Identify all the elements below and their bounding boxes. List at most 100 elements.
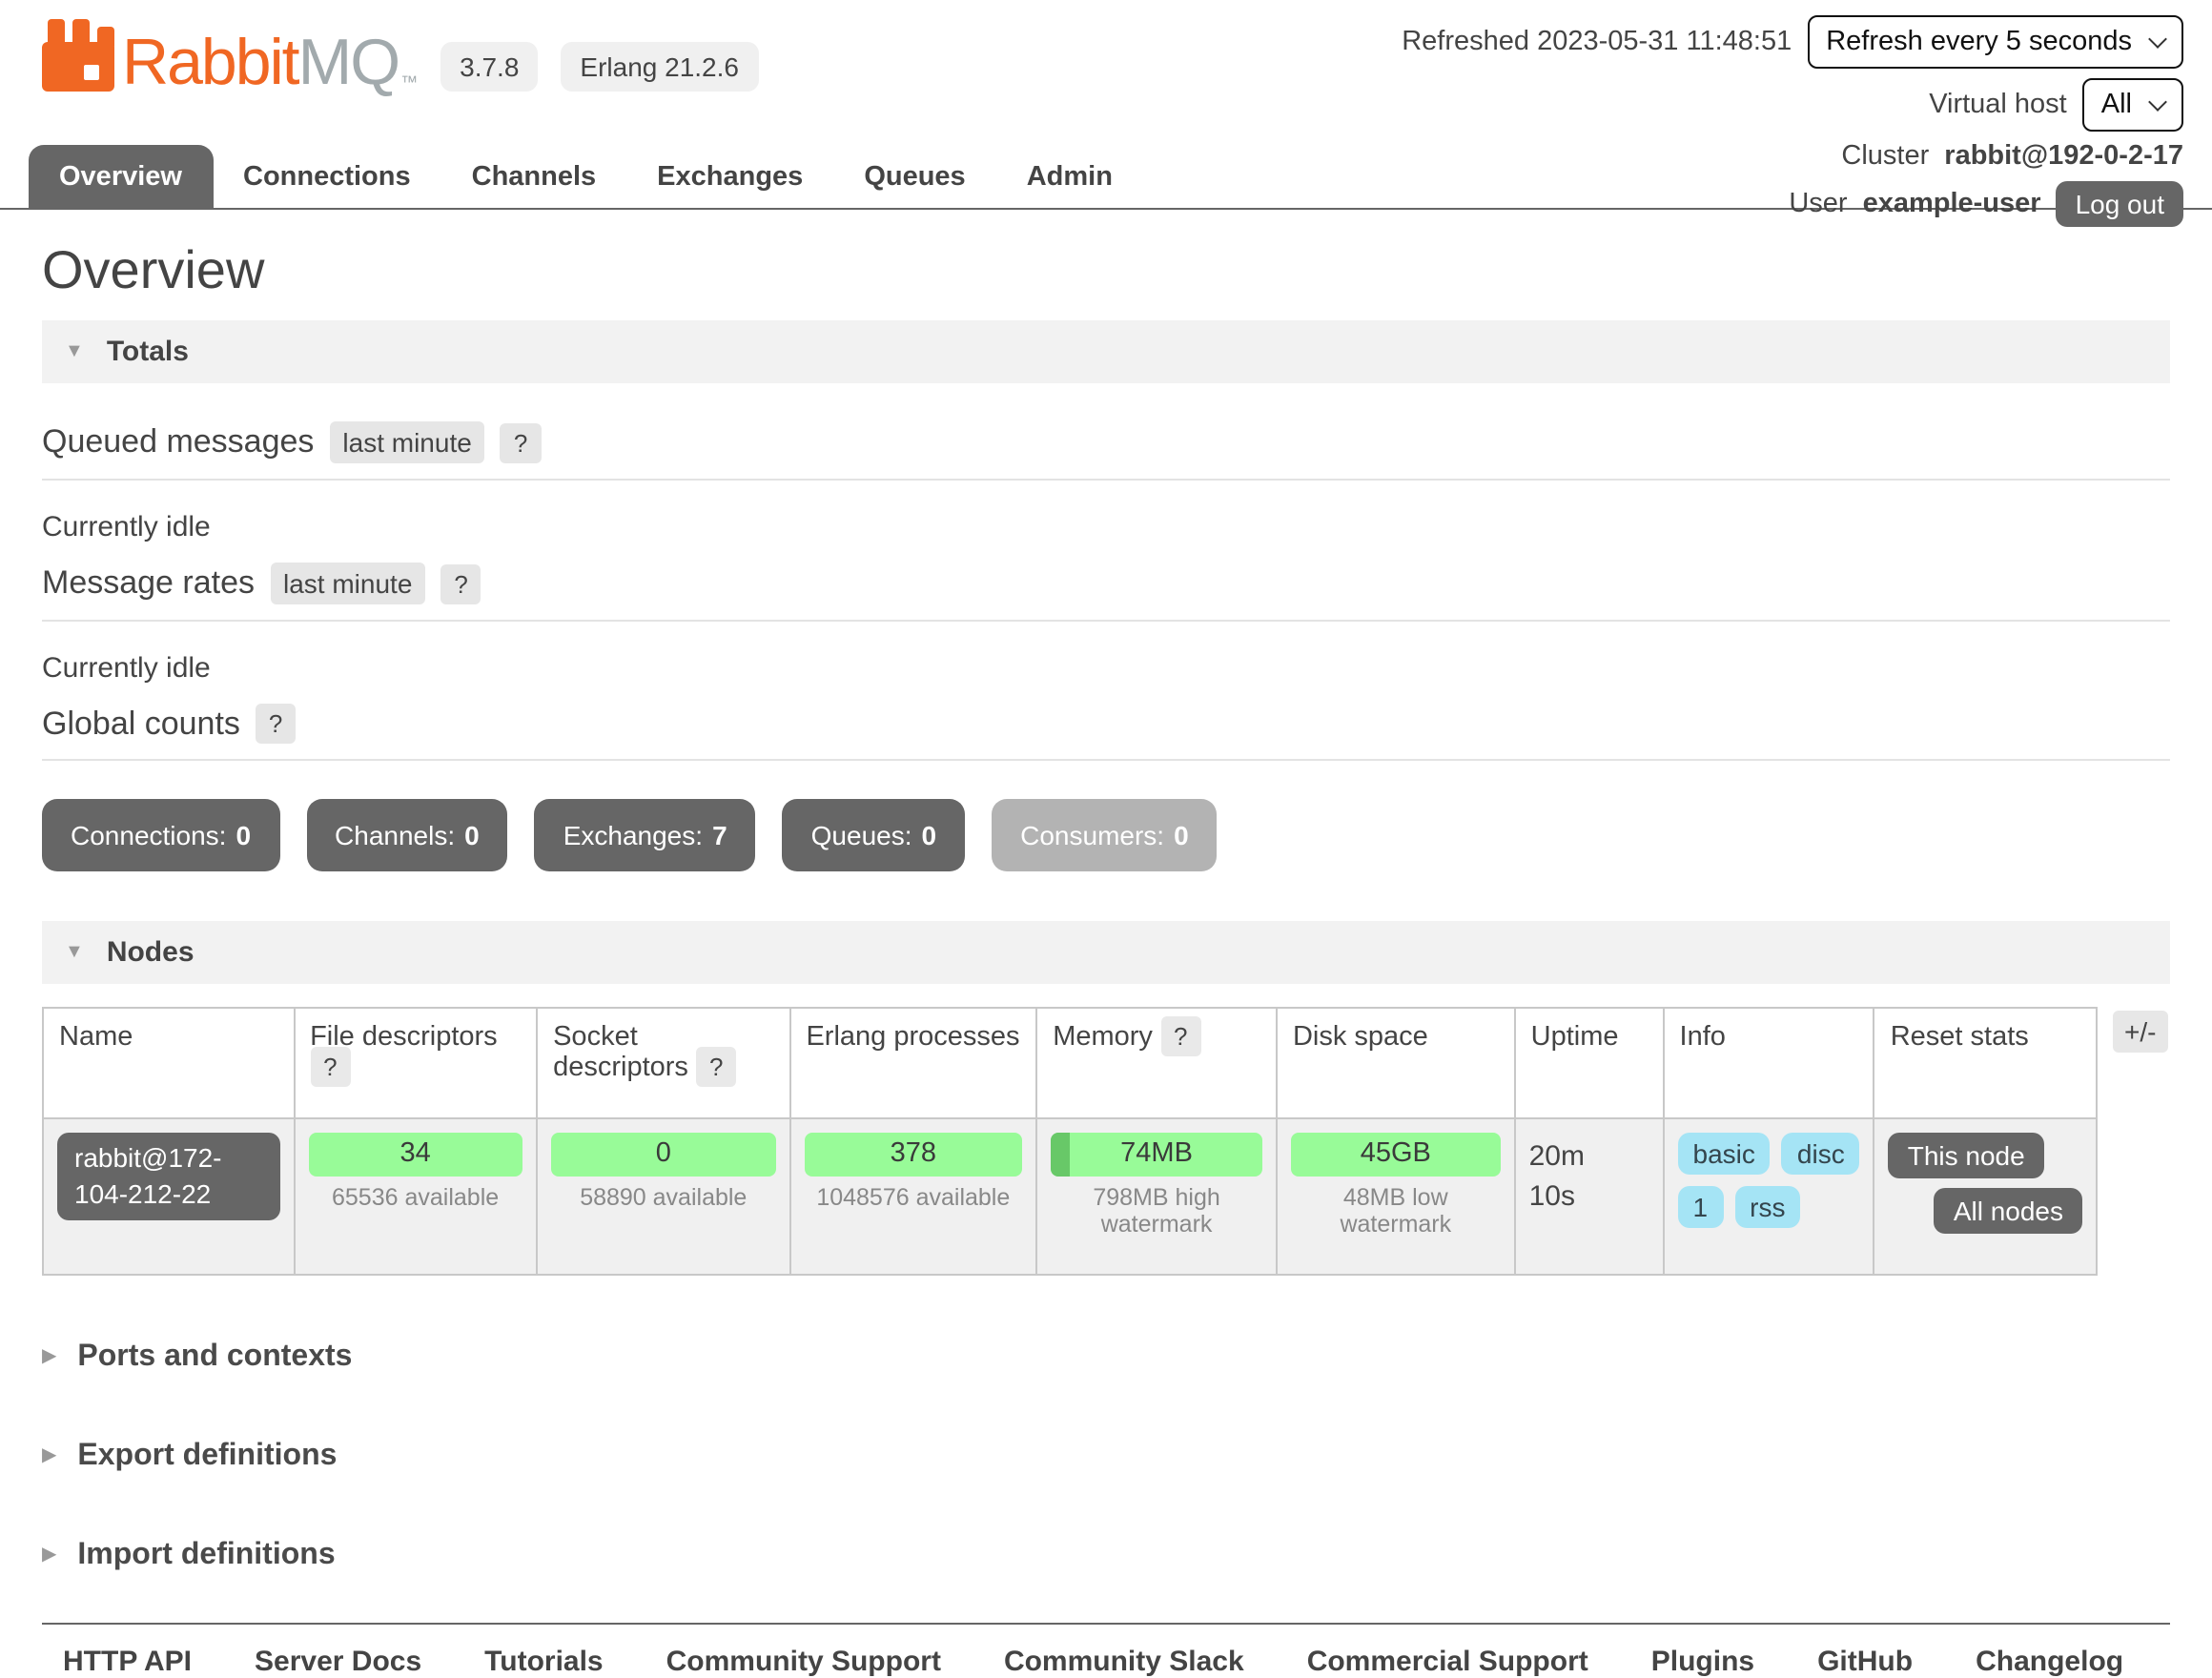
global-counts-buttons: Connections:0 Channels:0 Exchanges:7 Que… <box>42 799 2170 871</box>
message-rates-heading-row: Message rates last minute ? <box>42 563 2170 622</box>
user-label: User <box>1789 189 1847 219</box>
file-descriptors-cell: 34 65536 available <box>294 1118 537 1275</box>
rates-help-icon[interactable]: ? <box>440 563 481 604</box>
footer-links: HTTP API Server Docs Tutorials Community… <box>63 1646 2170 1678</box>
memory-help-icon[interactable]: ? <box>1160 1016 1200 1056</box>
footer-link-plugins[interactable]: Plugins <box>1651 1646 1754 1678</box>
file-descriptors-help-icon[interactable]: ? <box>310 1047 350 1087</box>
nodes-table-area: Name File descriptors ? Socket descripto… <box>42 1007 2170 1276</box>
footer-link-community-support[interactable]: Community Support <box>666 1646 941 1678</box>
totals-section-label: Totals <box>107 336 189 368</box>
footer-link-community-slack[interactable]: Community Slack <box>1004 1646 1244 1678</box>
virtual-host-label: Virtual host <box>1929 90 2067 120</box>
footer-link-server-docs[interactable]: Server Docs <box>255 1646 421 1678</box>
rabbitmq-logo[interactable]: RabbitMQ™ <box>42 19 418 95</box>
rates-idle-text: Currently idle <box>42 652 2170 685</box>
page-title: Overview <box>42 240 2170 301</box>
header-status-area: Refreshed 2023-05-31 11:48:51 Refresh ev… <box>1402 15 2183 227</box>
footer-link-commercial-support[interactable]: Commercial Support <box>1307 1646 1588 1678</box>
reset-this-node-button[interactable]: This node <box>1889 1133 2044 1178</box>
footer: HTTP API Server Docs Tutorials Community… <box>42 1623 2170 1678</box>
erlang-processes-available: 1048576 available <box>804 1184 1022 1211</box>
connections-count-button[interactable]: Connections:0 <box>42 799 279 871</box>
refreshed-timestamp: Refreshed 2023-05-31 11:48:51 <box>1402 27 1792 57</box>
queues-count-button[interactable]: Queues:0 <box>783 799 965 871</box>
logout-button[interactable]: Log out <box>2057 181 2183 227</box>
global-counts-label: Global counts <box>42 705 240 743</box>
queued-idle-text: Currently idle <box>42 511 2170 543</box>
tab-channels[interactable]: Channels <box>441 145 627 208</box>
chevron-down-icon <box>2148 29 2167 48</box>
col-socket-descriptors: Socket descriptors ? <box>537 1008 789 1118</box>
queued-help-icon[interactable]: ? <box>501 422 541 462</box>
user-name: example-user <box>1863 189 2041 219</box>
tab-admin[interactable]: Admin <box>996 145 1143 208</box>
info-badge-disc: disc <box>1782 1133 1860 1175</box>
info-badge-rss: rss <box>1734 1186 1800 1228</box>
socket-descriptors-bar: 0 <box>551 1133 775 1177</box>
memory-watermark: 798MB high watermark <box>1051 1184 1262 1238</box>
exchanges-count-button[interactable]: Exchanges:7 <box>535 799 756 871</box>
nodes-table-header-row: Name File descriptors ? Socket descripto… <box>43 1008 2097 1118</box>
import-definitions-section-header[interactable]: ▶ Import definitions <box>42 1539 2170 1573</box>
global-counts-help-icon[interactable]: ? <box>256 704 296 744</box>
collapse-right-triangle-icon: ▶ <box>42 1546 56 1565</box>
nav-tabs: Overview Connections Channels Exchanges … <box>29 145 1143 208</box>
node-name-badge[interactable]: rabbit@172-104-212-22 <box>57 1133 279 1220</box>
collapse-right-triangle-icon: ▶ <box>42 1447 56 1466</box>
main-content: Overview ▼ Totals Queued messages last m… <box>0 240 2212 1573</box>
footer-link-tutorials[interactable]: Tutorials <box>484 1646 603 1678</box>
tab-connections[interactable]: Connections <box>213 145 441 208</box>
disk-space-bar: 45GB <box>1291 1133 1501 1177</box>
socket-descriptors-available: 58890 available <box>551 1184 775 1211</box>
reset-all-nodes-button[interactable]: All nodes <box>1935 1188 2082 1234</box>
global-counts-heading-row: Global counts ? <box>42 704 2170 761</box>
collapse-down-triangle-icon: ▼ <box>65 342 84 361</box>
nodes-table: Name File descriptors ? Socket descripto… <box>42 1007 2098 1276</box>
message-rates-label: Message rates <box>42 564 255 603</box>
footer-link-http-api[interactable]: HTTP API <box>63 1646 192 1678</box>
version-badge: 3.7.8 <box>440 42 538 92</box>
cluster-label: Cluster <box>1841 141 1929 172</box>
refresh-interval-select[interactable]: Refresh every 5 seconds <box>1807 15 2183 69</box>
collapse-right-triangle-icon: ▶ <box>42 1348 56 1367</box>
socket-descriptors-help-icon[interactable]: ? <box>696 1047 736 1087</box>
column-selector-button[interactable]: +/- <box>2113 1011 2167 1053</box>
queued-messages-heading-row: Queued messages last minute ? <box>42 421 2170 481</box>
tab-queues[interactable]: Queues <box>833 145 995 208</box>
col-memory: Memory ? <box>1036 1008 1277 1118</box>
rabbitmq-rabbit-icon <box>42 19 114 95</box>
info-badge-basic: basic <box>1678 1133 1771 1175</box>
tab-overview[interactable]: Overview <box>29 145 213 208</box>
file-descriptors-bar: 34 <box>308 1133 522 1177</box>
erlang-version-badge: Erlang 21.2.6 <box>561 42 758 92</box>
col-name: Name <box>43 1008 294 1118</box>
erlang-processes-bar: 378 <box>804 1133 1022 1177</box>
tab-exchanges[interactable]: Exchanges <box>626 145 833 208</box>
totals-section-header[interactable]: ▼ Totals <box>42 320 2170 383</box>
header: RabbitMQ™ 3.7.8 Erlang 21.2.6 Refreshed … <box>0 0 2212 210</box>
disk-space-watermark: 48MB low watermark <box>1291 1184 1501 1238</box>
info-cell: basic disc 1 rss <box>1664 1118 1874 1275</box>
reset-stats-cell: This node All nodes <box>1874 1118 2097 1275</box>
nodes-section-header[interactable]: ▼ Nodes <box>42 921 2170 984</box>
footer-link-github[interactable]: GitHub <box>1817 1646 1913 1678</box>
rates-chart-period-badge[interactable]: last minute <box>270 563 425 604</box>
nodes-section-label: Nodes <box>107 936 195 969</box>
queued-chart-period-badge[interactable]: last minute <box>329 421 484 463</box>
erlang-processes-cell: 378 1048576 available <box>789 1118 1036 1275</box>
col-info: Info <box>1664 1008 1874 1118</box>
memory-used-bar <box>1051 1133 1070 1177</box>
logo-text: RabbitMQ™ <box>122 31 418 95</box>
export-definitions-section-header[interactable]: ▶ Export definitions <box>42 1440 2170 1474</box>
memory-bar: 74MB <box>1051 1133 1262 1177</box>
chevron-down-icon <box>2148 92 2167 111</box>
memory-cell: 74MB 798MB high watermark <box>1036 1118 1277 1275</box>
channels-count-button[interactable]: Channels:0 <box>306 799 508 871</box>
col-file-descriptors: File descriptors ? <box>294 1008 537 1118</box>
file-descriptors-available: 65536 available <box>308 1184 522 1211</box>
ports-and-contexts-section-header[interactable]: ▶ Ports and contexts <box>42 1340 2170 1375</box>
node-name-cell: rabbit@172-104-212-22 <box>43 1118 294 1275</box>
footer-link-changelog[interactable]: Changelog <box>1976 1646 2123 1678</box>
virtual-host-select[interactable]: All <box>2082 78 2183 132</box>
